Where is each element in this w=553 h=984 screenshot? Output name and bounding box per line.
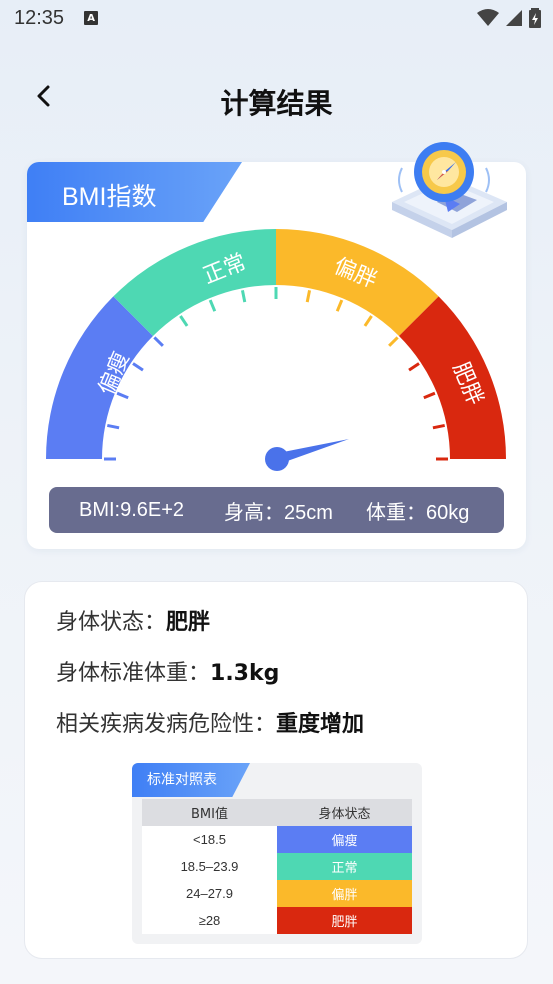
risk-row: 相关疾病发病危险性：重度增加 [56, 706, 364, 738]
reference-grid: BMI值 身体状态 <18.5 偏瘦 18.5–23.9 正常 24–27.9 … [142, 799, 412, 934]
notification-icon: A [84, 11, 99, 25]
gauge-tick [153, 336, 164, 347]
nav-header: 计算结果 [0, 70, 553, 126]
status-cell: 肥胖 [277, 907, 412, 934]
gauge-tick [116, 391, 129, 400]
status-cell: 偏瘦 [277, 826, 412, 853]
reference-table: 标准对照表 BMI值 身体状态 <18.5 偏瘦 18.5–23.9 正常 24… [132, 763, 422, 944]
status-label: 身体状态： [56, 610, 167, 635]
status-time: 12:35 [14, 6, 65, 29]
bmi-info-bar: BMI:9.6E+2 身高：25cm 体重：60kg [49, 487, 504, 533]
gauge-tick [208, 299, 217, 312]
header-status: 身体状态 [277, 799, 412, 826]
table-row: ≥28 肥胖 [142, 907, 412, 934]
result-card: 身体状态：肥胖 身体标准体重：1.3kg 相关疾病发病危险性：重度增加 标准对照… [24, 581, 528, 959]
gauge-tick [363, 315, 373, 327]
gauge-segment-normal [113, 229, 277, 336]
gauge-tick [432, 423, 445, 430]
battery-icon [529, 8, 541, 28]
bmi-gauge: 偏瘦 正常 偏胖 肥胖 [46, 229, 506, 471]
gauge-tick [240, 290, 247, 303]
gauge-tick [132, 362, 144, 372]
table-row: 24–27.9 偏胖 [142, 880, 412, 907]
status-cell: 正常 [277, 853, 412, 880]
gauge-tick [423, 391, 436, 400]
range-cell: ≥28 [142, 907, 277, 934]
signal-icon [506, 10, 522, 26]
status-value: 肥胖 [166, 610, 211, 635]
status-row: 身体状态：肥胖 [56, 604, 210, 636]
bmi-card: BMI指数 偏瘦 正常 偏胖 肥胖 BMI:9.6E+2 身高：25cm 体重：… [27, 142, 526, 549]
header-bmi: BMI值 [142, 799, 277, 826]
gauge-needle-hub [265, 447, 289, 471]
standard-weight-value: 1.3kg [210, 661, 280, 686]
standard-weight-row: 身体标准体重：1.3kg [56, 655, 279, 687]
gauge-tick [305, 290, 312, 303]
gauge-tick [179, 315, 189, 327]
range-cell: <18.5 [142, 826, 277, 853]
gauge-tick [335, 299, 344, 312]
status-bar: 12:35 A [0, 0, 553, 36]
height-value: 身高：25cm [224, 501, 333, 524]
weight-value: 体重：60kg [366, 501, 470, 524]
reference-tab-label: 标准对照表 [147, 772, 217, 788]
reference-header-row: BMI值 身体状态 [142, 799, 412, 826]
bmi-value: BMI:9.6E+2 [79, 498, 185, 521]
gauge-tick [388, 336, 399, 347]
status-cell: 偏胖 [277, 880, 412, 907]
gauge-tick [107, 423, 120, 430]
status-icons [477, 8, 541, 28]
risk-value: 重度增加 [276, 712, 365, 737]
page-title: 计算结果 [220, 87, 333, 120]
standard-weight-label: 身体标准体重： [56, 661, 211, 686]
table-row: 18.5–23.9 正常 [142, 853, 412, 880]
gauge-tick [408, 362, 420, 372]
range-cell: 24–27.9 [142, 880, 277, 907]
wifi-icon [477, 9, 499, 26]
risk-label: 相关疾病发病危险性： [56, 712, 277, 737]
table-row: <18.5 偏瘦 [142, 826, 412, 853]
range-cell: 18.5–23.9 [142, 853, 277, 880]
